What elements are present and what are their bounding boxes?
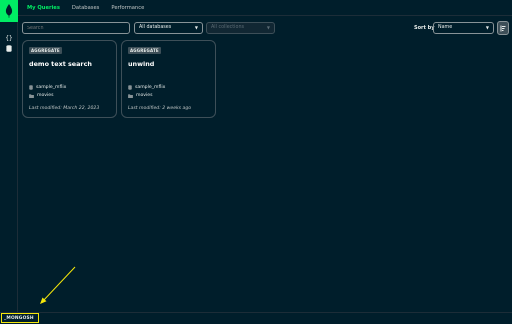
sort-select[interactable]: Name ▼	[433, 22, 494, 34]
chevron-down-icon: ▼	[194, 25, 198, 30]
query-title: demo text search	[29, 60, 92, 68]
sort-direction-icon	[500, 25, 506, 31]
sort-by-label: Sort by	[414, 25, 435, 31]
query-card[interactable]: AGGREGATE unwind sample_mflix movies Las…	[121, 40, 216, 118]
tab-divider	[18, 15, 512, 16]
bottom-bar	[0, 312, 512, 324]
database-icon	[128, 85, 132, 90]
mongodb-leaf-icon[interactable]	[0, 0, 18, 22]
database-icon[interactable]	[4, 43, 14, 53]
query-collection: movies	[29, 93, 54, 98]
query-card[interactable]: AGGREGATE demo text search sample_mflix …	[22, 40, 117, 118]
query-title: unwind	[128, 60, 155, 68]
chevron-down-icon: ▼	[266, 25, 270, 30]
sort-direction-button[interactable]	[497, 21, 509, 35]
last-modified: Last modified: 2 weeks ago	[128, 106, 192, 111]
query-collection: movies	[128, 93, 153, 98]
folder-icon	[128, 93, 133, 98]
folder-icon	[29, 93, 34, 98]
last-modified: Last modified: March 22, 2023	[29, 106, 100, 111]
database-select-value: All databases	[139, 25, 172, 30]
collection-select-value: All collections	[211, 25, 244, 30]
mongosh-shell-button[interactable]: _MONGOSH	[1, 313, 39, 323]
database-icon	[29, 85, 33, 90]
collection-name: movies	[136, 93, 153, 98]
left-sidebar: {}	[0, 0, 18, 312]
query-type-badge: AGGREGATE	[29, 47, 62, 54]
curly-braces-icon[interactable]: {}	[4, 33, 14, 43]
database-select[interactable]: All databases ▼	[134, 22, 203, 34]
query-type-badge: AGGREGATE	[128, 47, 161, 54]
database-name: sample_mflix	[36, 85, 67, 90]
chevron-down-icon: ▼	[485, 25, 489, 30]
search-input[interactable]	[22, 22, 130, 34]
collection-name: movies	[37, 93, 54, 98]
query-database: sample_mflix	[29, 85, 66, 90]
database-name: sample_mflix	[135, 85, 166, 90]
query-database: sample_mflix	[128, 85, 165, 90]
collection-select: All collections ▼	[206, 22, 275, 34]
sort-select-value: Name	[438, 25, 453, 30]
